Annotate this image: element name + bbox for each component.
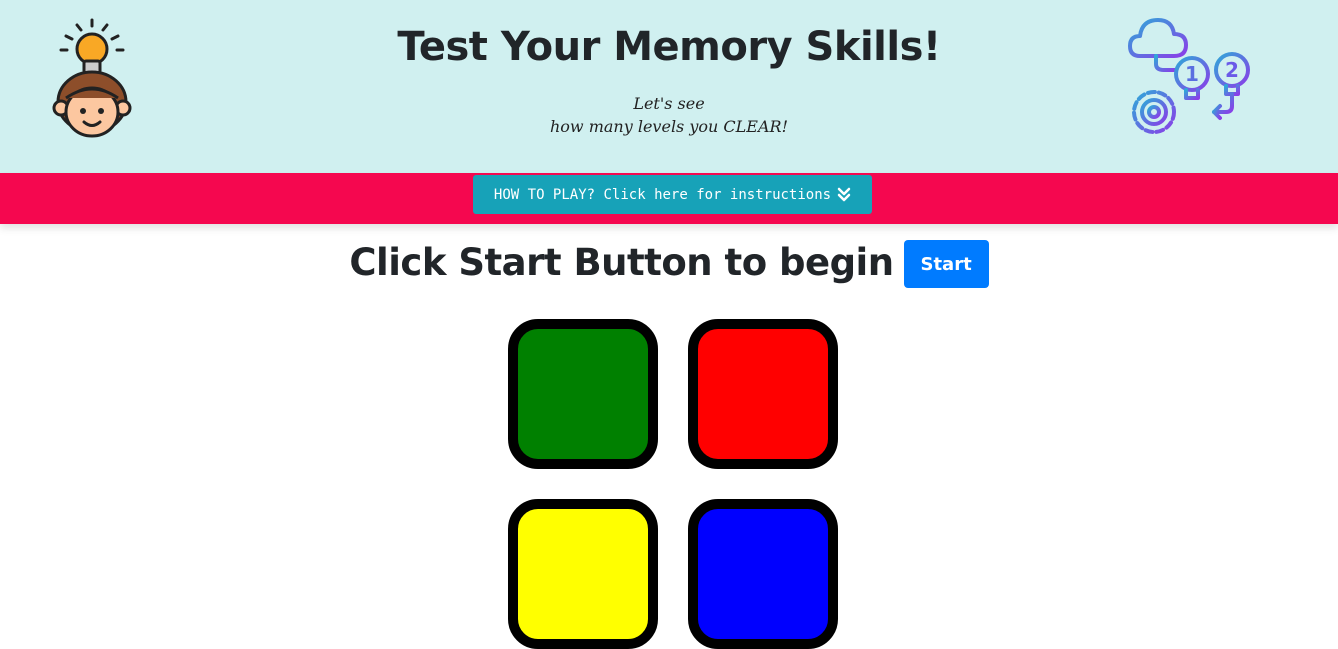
blue-tile[interactable] [688,499,838,649]
start-prompt-row: Click Start Button to begin Start [0,236,1338,288]
green-tile[interactable] [508,319,658,469]
red-tile[interactable] [688,319,838,469]
start-prompt-text: Click Start Button to begin [349,240,894,284]
how-to-play-label: HOW TO PLAY? Click here for instructions [493,186,832,203]
page-header: Test Your Memory Skills! Let's see how m… [0,0,1338,173]
svg-text:1: 1 [1185,62,1199,86]
start-button[interactable]: Start [903,240,989,288]
svg-text:2: 2 [1225,58,1239,82]
instructions-bar: HOW TO PLAY? Click here for instructions [0,173,1338,224]
memory-process-icon: 1 2 [1128,18,1250,134]
double-chevron-down-icon [837,187,851,201]
yellow-tile[interactable] [508,499,658,649]
how-to-play-button[interactable]: HOW TO PLAY? Click here for instructions [473,175,872,214]
